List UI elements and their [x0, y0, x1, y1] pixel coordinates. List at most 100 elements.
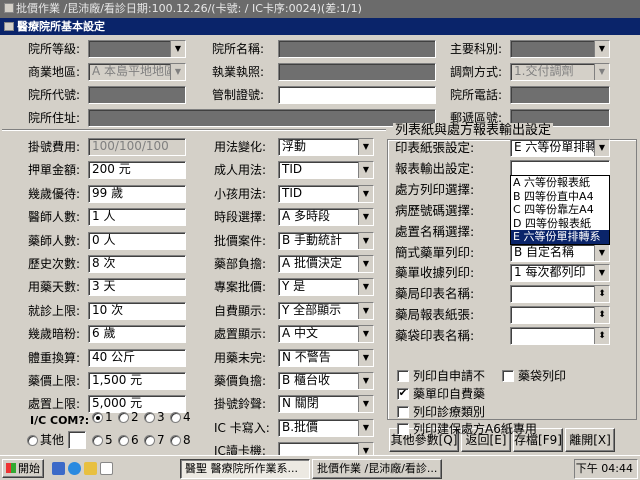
col2-select[interactable]: A 多時段 — [278, 208, 374, 227]
ie-icon[interactable] — [68, 462, 81, 475]
col1-field[interactable]: 100/100/100 — [88, 138, 186, 156]
print-setting-select[interactable]: 1 每次都列印 — [510, 264, 610, 283]
clinic-type-select[interactable] — [88, 40, 186, 58]
col2-label: 成人用法: — [214, 163, 267, 178]
clinic-name-label: 院所名稱: — [212, 42, 265, 56]
notepad-icon[interactable] — [100, 462, 113, 475]
col1-field[interactable]: 40 公斤 — [88, 348, 186, 367]
print-setting-label: 病歷號碼選擇: — [395, 202, 475, 218]
col2-label: 專案批價: — [214, 280, 267, 295]
col1-field[interactable]: 1 人 — [88, 208, 186, 227]
dialog-titlebar: 醫療院所基本設定 — [0, 18, 640, 35]
col2-select[interactable]: Y 全部顯示 — [278, 301, 374, 320]
print-setting-select[interactable] — [510, 327, 610, 346]
clinic-code-field[interactable] — [88, 86, 186, 104]
ic-port-radio[interactable] — [170, 412, 181, 423]
col1-label: 掛號費用: — [28, 140, 81, 154]
paper-dropdown-list[interactable]: A 六等份報表紙 B 四等份直中A4 C 四等份靠左A4 D 四等份報表紙 E 六等份單… — [510, 175, 610, 245]
col2-select[interactable]: TID — [278, 161, 374, 180]
permit-label: 管制證號: — [212, 88, 265, 102]
col1-label: 就診上限: — [28, 303, 81, 318]
print-option-checkbox[interactable] — [397, 370, 409, 382]
desktop-icon[interactable] — [52, 462, 65, 475]
col2-select[interactable]: N 不警告 — [278, 348, 374, 367]
business-area-label: 商業地區: — [28, 65, 81, 79]
permit-field[interactable] — [278, 86, 436, 104]
col2-select[interactable]: 浮動 — [278, 138, 374, 156]
print-setting-select[interactable] — [510, 285, 610, 304]
col2-select[interactable]: Y 是 — [278, 278, 374, 297]
ic-port-radio[interactable] — [144, 412, 155, 423]
print-setting-label: 藥局報表紙張: — [395, 307, 475, 323]
ic-other-radio[interactable] — [27, 435, 38, 446]
paper-option[interactable]: C 四等份靠左A4 — [511, 203, 609, 217]
start-button[interactable]: 開始 — [2, 459, 44, 478]
ic-port-label: 8 — [183, 433, 191, 447]
print-option-label: 藥單印自費藥 — [413, 387, 486, 401]
clinic-address-field[interactable] — [88, 109, 436, 127]
dispense-select[interactable]: 1.交付調劑 — [510, 63, 610, 81]
col2-select[interactable]: N 關閉 — [278, 395, 374, 414]
main-dept-select[interactable] — [510, 40, 610, 58]
col1-label: 醫師人數: — [28, 210, 81, 225]
ic-port-radio[interactable] — [170, 435, 181, 446]
folder-icon[interactable] — [84, 462, 97, 475]
paper-option[interactable]: B 四等份直中A4 — [511, 190, 609, 204]
app-icon — [4, 3, 14, 13]
ic-port-radio[interactable] — [118, 412, 129, 423]
ic-port-radio[interactable] — [144, 435, 155, 446]
ic-other-field[interactable] — [68, 431, 86, 449]
col1-field[interactable]: 99 歲 — [88, 184, 186, 203]
ic-port-radio[interactable] — [92, 435, 103, 446]
clinic-code-label: 院所代號: — [28, 88, 81, 102]
col1-field[interactable]: 6 歲 — [88, 325, 186, 344]
col1-field[interactable]: 10 次 — [88, 301, 186, 320]
col2-select[interactable]: A 中文 — [278, 325, 374, 344]
ic-com-label: I/C COM?: — [30, 414, 90, 427]
col2-select[interactable]: TID — [278, 184, 374, 203]
ic-port-label: 3 — [157, 410, 165, 424]
col1-field[interactable]: 1,500 元 — [88, 372, 186, 390]
clinic-phone-field[interactable] — [510, 86, 610, 104]
taskbar-app-1[interactable]: 醫聖 醫療院所作業系... — [180, 459, 310, 479]
col1-label: 處置上限: — [28, 397, 81, 412]
col2-select[interactable]: B 手動統計 — [278, 231, 374, 250]
ic-port-label: 6 — [131, 433, 139, 447]
print-setting-select[interactable]: B 自定名稱 — [510, 243, 610, 262]
system-tray-clock: 下午 04:44 — [574, 459, 638, 479]
col1-field[interactable]: 8 次 — [88, 255, 186, 273]
col2-select[interactable]: A 批價決定 — [278, 255, 374, 273]
print-option-label: 列印建保處方A6紙專用 — [413, 422, 537, 436]
paper-option[interactable]: A 六等份報表紙 — [511, 176, 609, 190]
paper-option[interactable]: D 四等份報表紙 — [511, 217, 609, 231]
business-area-select[interactable]: A 本島平地地區 — [88, 63, 186, 81]
col1-field[interactable]: 3 天 — [88, 278, 186, 297]
col2-label: 處置顯示: — [214, 327, 267, 342]
print-option-checkbox[interactable] — [397, 423, 409, 435]
col2-select[interactable]: B 櫃台收 — [278, 372, 374, 390]
col1-label: 用藥天數: — [28, 280, 81, 295]
taskbar-app-2[interactable]: 批價作業 /昆沛廠/看診... — [312, 459, 442, 479]
col2-label: 藥價負擔: — [214, 374, 267, 388]
background-window-title: 批價作業 /昆沛廠/看診日期:100.12.26/(卡號: / IC卡序:002… — [16, 2, 362, 15]
col2-select[interactable]: B.批價 — [278, 418, 374, 437]
col2-label: 藥部負擔: — [214, 257, 267, 271]
print-option-checkbox[interactable]: ✔ — [397, 388, 409, 400]
print-option-checkbox[interactable] — [502, 370, 514, 382]
print-setting-select[interactable]: E 六等份單排轉 — [510, 139, 610, 157]
print-setting-select[interactable] — [510, 306, 610, 325]
col1-label: 體重換算: — [28, 350, 81, 365]
license-field[interactable] — [278, 63, 436, 81]
ic-port-radio[interactable] — [92, 412, 103, 423]
print-option-checkbox[interactable] — [397, 406, 409, 418]
col1-field[interactable]: 0 人 — [88, 231, 186, 250]
col1-field[interactable]: 200 元 — [88, 161, 186, 180]
ic-port-label: 7 — [157, 433, 165, 447]
ic-port-radio[interactable] — [118, 435, 129, 446]
print-setting-label: 印表紙張設定: — [395, 140, 475, 155]
print-option-label: 列印自申請不 — [413, 369, 486, 383]
exit-button[interactable]: 離開[X] — [565, 428, 615, 452]
clinic-name-field[interactable] — [278, 40, 436, 58]
paper-option[interactable]: E 六等份單排轉系 — [511, 230, 609, 244]
dispense-label: 調劑方式: — [450, 65, 503, 79]
